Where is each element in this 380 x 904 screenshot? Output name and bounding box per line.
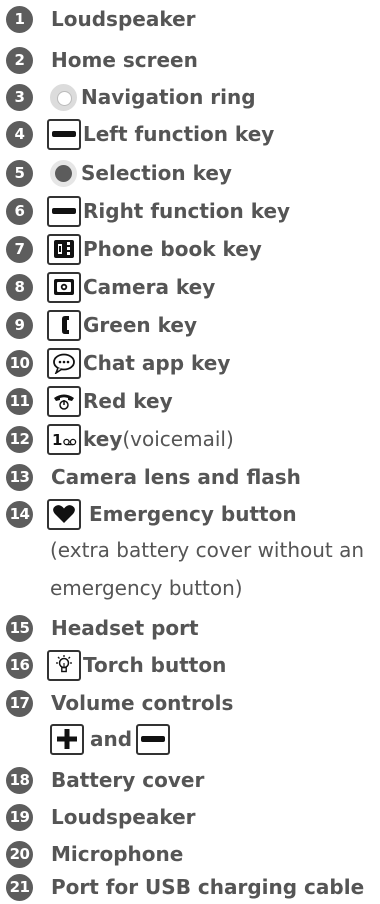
item-number: 4 — [6, 120, 33, 148]
list-item: 2 Home screen — [6, 43, 380, 77]
item-label: Volume controls — [51, 691, 234, 715]
item-label: Red key — [83, 389, 173, 413]
red-handset-icon — [47, 385, 81, 417]
minus-key-icon — [47, 195, 81, 227]
item-label: Loudspeaker — [51, 7, 196, 31]
list-item: 6 Right function key — [6, 194, 380, 228]
item-label: Camera key — [83, 275, 216, 299]
volume-and-text: and — [90, 727, 133, 751]
item-number: 7 — [6, 235, 33, 263]
item-number: 1 — [6, 5, 33, 33]
torch-bulb-icon — [47, 649, 81, 681]
list-item: 7 Phone book key — [6, 232, 380, 266]
list-item: 16 Torch button — [6, 648, 380, 682]
item-number: 10 — [6, 349, 33, 377]
item-number: 14 — [6, 500, 33, 528]
item-label: Headset port — [51, 616, 199, 640]
list-item: 9 Green key — [6, 308, 380, 342]
list-item: 1 Loudspeaker — [6, 2, 380, 36]
phone-book-icon — [47, 233, 81, 265]
item-number: 5 — [6, 159, 33, 187]
emergency-note-line2: emergency button) — [50, 576, 243, 600]
list-item: 15 Headset port — [6, 611, 380, 645]
item-label: Selection key — [81, 161, 232, 185]
list-item: 10 Chat app key — [6, 346, 380, 380]
heart-icon — [47, 498, 81, 530]
list-item: 5 Selection key — [6, 156, 380, 190]
item-number: 15 — [6, 614, 33, 642]
item-label: Emergency button — [89, 502, 297, 526]
item-label: Port for USB charging cable — [51, 875, 365, 899]
item-number: 6 — [6, 197, 33, 225]
chat-bubble-icon — [47, 347, 81, 379]
list-item: 13 Camera lens and flash — [6, 460, 380, 494]
item-number: 2 — [6, 46, 33, 74]
item-number: 3 — [6, 83, 33, 111]
list-item: 17 Volume controls — [6, 686, 380, 720]
item-label: Right function key — [83, 199, 291, 223]
minus-key-icon — [47, 118, 81, 150]
item-number: 20 — [6, 840, 33, 868]
item-number: 11 — [6, 387, 33, 415]
list-item: 3 Navigation ring — [6, 80, 380, 114]
volume-keys: and — [50, 722, 172, 756]
item-number: 13 — [6, 463, 33, 491]
list-item: 19 Loudspeaker — [6, 800, 380, 834]
list-item: 11 Red key — [6, 384, 380, 418]
camera-icon — [47, 271, 81, 303]
list-item: 20 Microphone — [6, 837, 380, 871]
item-number: 17 — [6, 689, 33, 717]
item-label: Battery cover — [51, 768, 205, 792]
selection-key-icon — [50, 159, 77, 187]
item-number: 9 — [6, 311, 33, 339]
plus-key-icon — [50, 723, 84, 755]
minus-key-icon — [136, 723, 171, 755]
item-label: key — [83, 427, 123, 451]
item-label: Chat app key — [83, 351, 231, 375]
item-number: 21 — [6, 873, 33, 901]
item-label: Loudspeaker — [51, 805, 196, 829]
item-number: 12 — [6, 425, 33, 453]
item-label: Camera lens and flash — [51, 465, 301, 489]
item-label-suffix: (voicemail) — [122, 427, 234, 451]
list-item: 14 Emergency button — [6, 497, 380, 531]
list-item: 21 Port for USB charging cable — [6, 870, 380, 904]
item-label: Green key — [83, 313, 197, 337]
item-number: 18 — [6, 766, 33, 794]
list-item: 12 1 key (voicemail) — [6, 422, 380, 456]
item-number: 8 — [6, 273, 33, 301]
voicemail-1-key-icon: 1 — [47, 423, 81, 455]
item-number: 19 — [6, 803, 33, 831]
emergency-note-line1: (extra battery cover without an — [50, 538, 365, 562]
item-label: Navigation ring — [81, 85, 256, 109]
list-item: 4 Left function key — [6, 117, 380, 151]
item-label: Microphone — [51, 842, 184, 866]
item-label: Torch button — [83, 653, 227, 677]
item-label: Phone book key — [83, 237, 262, 261]
green-handset-icon — [47, 309, 81, 341]
svg-text:1: 1 — [52, 431, 62, 449]
item-label: Left function key — [83, 122, 275, 146]
list-item: 18 Battery cover — [6, 763, 380, 797]
list-item: 8 Camera key — [6, 270, 380, 304]
item-label: Home screen — [51, 48, 198, 72]
item-number: 16 — [6, 651, 33, 679]
navigation-ring-icon — [50, 83, 77, 111]
